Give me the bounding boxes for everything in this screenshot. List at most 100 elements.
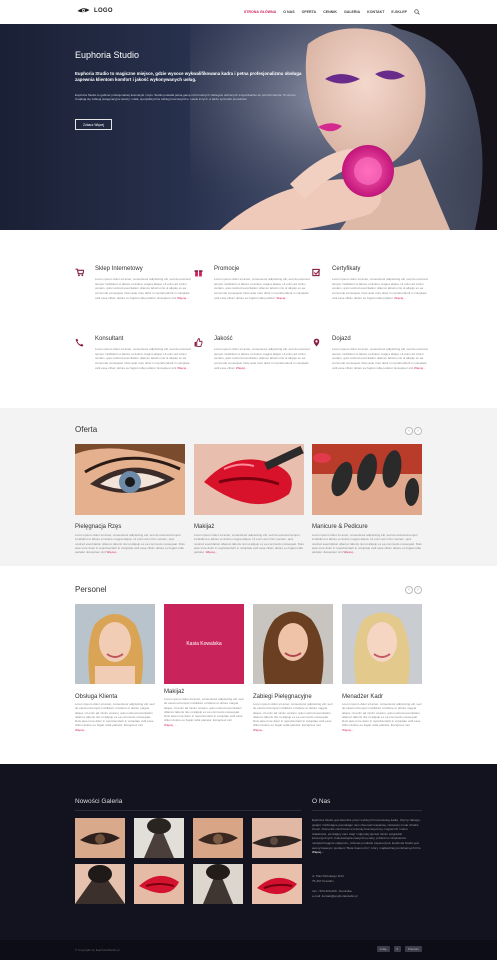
site-header: LOGO STRONA GŁÓWNA O NAS OFERTA CENNIK G…	[0, 0, 497, 24]
gallery-thumb[interactable]	[75, 864, 125, 904]
contact-info: tom.: 503-404-000 - Dominika e-mail: kon…	[312, 889, 358, 899]
staff-photo	[342, 604, 422, 684]
divider	[312, 810, 422, 811]
staff-photo	[75, 604, 155, 684]
more-link[interactable]: Więcej...	[394, 296, 406, 300]
nav-strona-glowna[interactable]: STRONA GŁÓWNA	[244, 10, 276, 14]
staff-text: Lorem ipsum dolor sit amet, consectetur …	[253, 702, 333, 732]
staff-text: Lorem ipsum dolor sit amet, consectetur …	[75, 702, 155, 732]
staff-title: Makijaż	[164, 689, 185, 695]
more-link[interactable]: Więcej...	[342, 728, 354, 732]
gallery-thumb[interactable]	[134, 818, 184, 858]
feature-text: Lorem ipsum dolor sit amet, consectetur …	[332, 277, 428, 300]
prev-arrow-icon[interactable]: ‹	[405, 586, 413, 594]
feature-text: Lorem ipsum dolor sit amet, consectetur …	[95, 347, 191, 370]
feature-text: Lorem ipsum dolor sit amet, consectetur …	[214, 277, 310, 300]
prev-arrow-icon[interactable]: ‹	[405, 427, 413, 435]
feature-title: Jakość	[214, 336, 233, 342]
thumbs-up-icon	[194, 338, 203, 347]
staff-card[interactable]: Zabiegi Pielęgnacyjne Lorem ipsum dolor …	[253, 604, 333, 732]
gallery-thumb[interactable]	[193, 818, 243, 858]
oferta-carousel-arrows: ‹ ›	[405, 427, 422, 435]
more-link[interactable]: Więcej...	[276, 296, 288, 300]
more-link[interactable]: Więcej...	[344, 550, 356, 554]
more-link[interactable]: Więcej...	[312, 850, 324, 854]
oferta-title: Oferta	[75, 425, 98, 434]
hero-model-image	[190, 24, 497, 230]
about-title: O Nas	[312, 798, 331, 805]
search-icon[interactable]	[414, 9, 420, 15]
nav-cennik[interactable]: CENNIK	[323, 10, 337, 14]
staff-card[interactable]: Kasia Kowalska Makijaż Lorem ipsum dolor…	[164, 604, 244, 727]
logo[interactable]: LOGO	[77, 7, 113, 14]
like-button[interactable]: Lubię	[376, 946, 390, 952]
oferta-card[interactable]: Makijaż Lorem ipsum dolor sit amet, cons…	[194, 444, 304, 554]
gallery-thumb[interactable]	[252, 818, 302, 858]
hero-title: Euphoria Studio	[75, 50, 140, 60]
staff-title: Obsługa Klienta	[75, 694, 118, 700]
oferta-card[interactable]: Pielęgnacja Rzęs Lorem ipsum dolor sit a…	[75, 444, 185, 554]
nav-e-sklep[interactable]: E-SKLEP	[391, 10, 407, 14]
eye-makeup-image	[75, 444, 185, 515]
gallery-thumb[interactable]	[75, 818, 125, 858]
card-title: Makijaż	[194, 524, 215, 530]
features-section: Sklep Internetowy Lorem ipsum dolor sit …	[0, 230, 497, 408]
more-link[interactable]: Więcej...	[107, 550, 119, 554]
personel-title: Personel	[75, 585, 107, 594]
feature-title: Promocje	[214, 266, 240, 272]
facebook-buttons: Lubię 0 Polecam	[376, 946, 422, 952]
email-link[interactable]: e-mail: kontakt@euphoriastudio.pl	[312, 894, 357, 899]
main-nav: STRONA GŁÓWNA O NAS OFERTA CENNIK GALERI…	[244, 9, 420, 15]
feature-title: Certyfikaty	[332, 266, 361, 272]
oferta-section: Oferta ‹ › Pielęgnacja Rzęs Lorem ipsum …	[0, 408, 497, 566]
gallery-thumb[interactable]	[134, 864, 184, 904]
certificate-icon	[312, 268, 321, 277]
feature-title: Konsultant	[95, 336, 124, 342]
nav-o-nas[interactable]: O NAS	[283, 10, 294, 14]
staff-name-overlay[interactable]: Kasia Kowalska	[164, 604, 244, 684]
staff-photo: Kasia Kowalska	[164, 604, 244, 684]
feature-title: Dojazd	[332, 336, 351, 342]
card-text: Lorem ipsum dolor sit amet, consectetur …	[75, 533, 185, 555]
about-text: Euphoria Studio jest twierdzie przez wyb…	[312, 818, 422, 855]
recommend-button[interactable]: Polecam	[405, 946, 422, 952]
staff-card[interactable]: Obsługa Klienta Lorem ipsum dolor sit am…	[75, 604, 155, 732]
manicure-image	[312, 444, 422, 515]
hero-more-button[interactable]: Zobacz Więcej	[75, 119, 112, 130]
more-link[interactable]: Więcej...	[177, 366, 189, 370]
like-count: 0	[393, 946, 402, 952]
map-pin-icon	[313, 338, 320, 347]
divider	[75, 810, 301, 811]
gallery-title: Nowości Galeria	[75, 798, 123, 805]
card-text: Lorem ipsum dolor sit amet, consectetur …	[194, 533, 304, 555]
hero-lead: Euphoria Studio to magiczne miejsce, gdz…	[75, 71, 302, 82]
gift-icon	[194, 270, 203, 277]
gallery-thumb[interactable]	[252, 864, 302, 904]
staff-photo	[253, 604, 333, 684]
more-link[interactable]: Więcej...	[414, 366, 426, 370]
oferta-card[interactable]: Manicure & Pedicure Lorem ipsum dolor si…	[312, 444, 422, 554]
card-title: Manicure & Pedicure	[312, 524, 368, 530]
more-link[interactable]: Więcej...	[236, 366, 248, 370]
more-link[interactable]: Więcej...	[177, 296, 189, 300]
staff-text: Lorem ipsum dolor sit amet, consectetur …	[342, 702, 422, 732]
staff-title: Zabiegi Pielęgnacyjne	[253, 694, 312, 700]
nav-oferta[interactable]: OFERTA	[302, 10, 317, 14]
more-link[interactable]: Więcej...	[206, 550, 218, 554]
feature-text: Lorem ipsum dolor sit amet, consectetur …	[95, 277, 191, 300]
staff-card[interactable]: Menadżer Kadr Lorem ipsum dolor sit amet…	[342, 604, 422, 732]
personel-carousel-arrows: ‹ ›	[405, 586, 422, 594]
hero-text: Euphoria Studio to gabinet profesjonalne…	[75, 93, 296, 102]
nav-kontakt[interactable]: KONTAKT	[367, 10, 384, 14]
more-link[interactable]: Więcej...	[253, 728, 265, 732]
next-arrow-icon[interactable]: ›	[414, 427, 422, 435]
nav-galeria[interactable]: GALERIA	[344, 10, 360, 14]
eye-logo-icon	[77, 8, 90, 13]
feature-title: Sklep Internetowy	[95, 266, 143, 272]
gallery-thumb[interactable]	[193, 864, 243, 904]
phone-icon	[75, 338, 84, 347]
card-text: Lorem ipsum dolor sit amet, consectetur …	[312, 533, 422, 555]
more-link[interactable]: Więcej...	[75, 728, 87, 732]
next-arrow-icon[interactable]: ›	[414, 586, 422, 594]
more-link[interactable]: Więcej...	[164, 723, 176, 727]
